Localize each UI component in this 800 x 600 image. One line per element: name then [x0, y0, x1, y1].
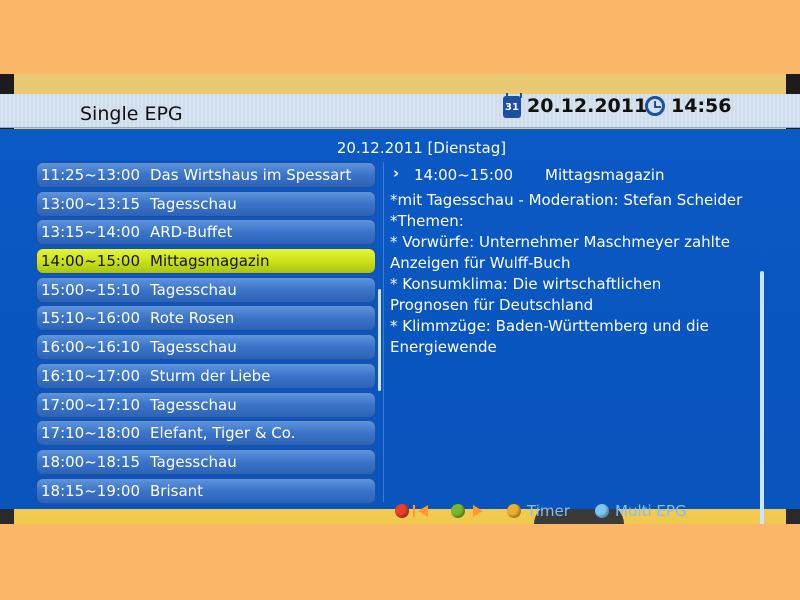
multi-epg-label: Multi EPG	[615, 502, 687, 520]
program-name: Tagesschau	[150, 395, 237, 414]
prev-arrow-icon	[418, 505, 428, 517]
tv-screen: Single EPG 31 20.12.2011 14:56 20.12.201…	[0, 74, 800, 524]
red-key-icon	[395, 504, 409, 518]
multi-epg-key[interactable]: Multi EPG	[595, 502, 705, 520]
program-name: Elefant, Tiger & Co.	[150, 424, 296, 443]
program-row[interactable]: 16:10~17:00 Sturm der Liebe	[36, 362, 376, 389]
program-row[interactable]: 18:00~18:15 Tagesschau	[36, 448, 376, 475]
day-label: 20.12.2011 [Dienstag]	[336, 139, 507, 157]
prev-day-key[interactable]	[395, 502, 435, 520]
detail-description: *mit Tagesschau - Moderation: Stefan Sch…	[390, 190, 758, 358]
program-row-selected[interactable]: 14:00~15:00 Mittagsmagazin	[36, 248, 376, 275]
blue-key-icon	[595, 504, 609, 518]
description-line: Anzeigen für Wulff-Buch	[390, 254, 571, 272]
program-time: 13:15~14:00	[41, 223, 141, 242]
program-name: Tagesschau	[150, 452, 237, 471]
program-time: 14:00~15:00	[41, 252, 141, 271]
program-name: Das Wirtshaus im Spessart	[150, 166, 352, 184]
calendar-icon: 31	[503, 93, 522, 118]
detail-title: Mittagsmagazin	[545, 166, 665, 184]
program-row[interactable]: 16:00~16:10 Tagesschau	[36, 334, 376, 361]
page-title: Single EPG	[80, 103, 183, 125]
program-row[interactable]: 15:00~15:10 Tagesschau	[36, 276, 376, 303]
detail-scrollbar[interactable]	[760, 271, 764, 524]
program-name: Brisant	[150, 481, 204, 500]
program-time: 17:10~18:00	[41, 424, 141, 443]
program-time: 15:10~16:00	[41, 309, 141, 328]
program-row[interactable]: 17:00~17:10 Tagesschau	[36, 391, 376, 418]
program-time: 13:00~13:15	[41, 194, 141, 213]
description-line: * Konsumklima: Die wirtschaftlichen	[390, 275, 662, 293]
green-key-icon	[451, 504, 465, 518]
chevron-right-icon: ›	[393, 164, 400, 182]
program-time: 18:15~19:00	[41, 481, 141, 500]
description-line: *mit Tagesschau - Moderation: Stefan Sch…	[390, 191, 743, 209]
next-day-key[interactable]	[451, 502, 491, 520]
epg-panel: 20.12.2011 [Dienstag] 11:25~13:00 Das Wir…	[0, 129, 800, 524]
clock-icon	[645, 96, 665, 116]
program-time: 15:00~15:10	[41, 280, 141, 299]
program-time: 17:00~17:10	[41, 395, 141, 414]
current-time: 14:56	[671, 95, 732, 117]
program-time: 16:00~16:10	[41, 338, 141, 357]
program-row[interactable]: 15:10~16:00 Rote Rosen	[36, 305, 376, 332]
program-time: 11:25~13:00	[41, 166, 141, 184]
program-name: Sturm der Liebe	[150, 366, 271, 385]
program-name: Tagesschau	[150, 338, 237, 357]
skip-bar-icon	[413, 505, 415, 517]
description-line: * Vorwürfe: Unternehmer Maschmeyer zahlt…	[390, 233, 730, 251]
detail-time: 14:00~15:00	[414, 166, 514, 184]
program-name: Tagesschau	[150, 280, 237, 299]
program-name: ARD-Buffet	[150, 223, 233, 242]
current-date: 20.12.2011	[527, 95, 648, 117]
program-row[interactable]: 13:15~14:00 ARD-Buffet	[36, 219, 376, 246]
description-line: * Klimmzüge: Baden-Württemberg und die	[390, 317, 709, 335]
program-list: 11:25~13:00 Das Wirtshaus im Spessart 13:…	[36, 162, 376, 506]
program-name: Rote Rosen	[150, 309, 235, 328]
yellow-key-icon	[507, 504, 521, 518]
description-line: Prognosen für Deutschland	[390, 296, 594, 314]
description-line: Energiewende	[390, 338, 497, 356]
next-arrow-icon	[473, 505, 483, 517]
description-line: *Themen:	[390, 212, 464, 230]
program-time: 16:10~17:00	[41, 366, 141, 385]
program-row[interactable]: 18:15~19:00 Brisant	[36, 477, 376, 504]
header-bar: Single EPG 31 20.12.2011 14:56	[0, 93, 800, 128]
program-row[interactable]: 11:25~13:00 Das Wirtshaus im Spessart	[36, 162, 376, 188]
program-row[interactable]: 17:10~18:00 Elefant, Tiger & Co.	[36, 420, 376, 447]
program-row[interactable]: 13:00~13:15 Tagesschau	[36, 190, 376, 217]
button-legend: Timer Multi EPG	[395, 502, 725, 520]
program-name: Tagesschau	[150, 194, 237, 213]
timer-label: Timer	[527, 502, 570, 520]
timer-key[interactable]: Timer	[507, 502, 577, 520]
panel-divider	[383, 162, 384, 502]
program-name: Mittagsmagazin	[150, 252, 270, 271]
program-time: 18:00~18:15	[41, 452, 141, 471]
list-scrollbar[interactable]	[378, 289, 381, 391]
